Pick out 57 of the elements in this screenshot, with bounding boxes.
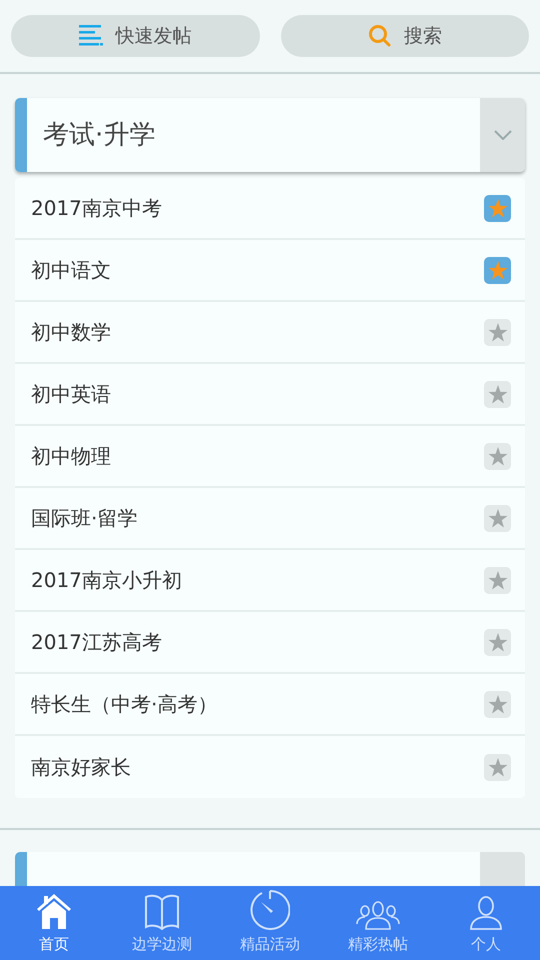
star-icon <box>488 758 508 776</box>
star-icon <box>488 322 508 342</box>
star-icon <box>488 446 508 466</box>
star-icon <box>488 260 508 280</box>
star-icon <box>488 508 508 528</box>
star-icon <box>488 694 508 714</box>
category-label: 南京好家长 <box>31 754 132 781</box>
category-label: 国际班·留学 <box>31 505 138 532</box>
star-toggle[interactable] <box>484 690 511 718</box>
star-toggle[interactable] <box>484 504 511 532</box>
chevron-down-icon <box>494 130 512 140</box>
category-row[interactable]: 国际班·留学 <box>15 488 525 550</box>
post-button[interactable]: 快速发帖 <box>11 15 260 57</box>
category-row[interactable]: 南京好家长 <box>15 736 525 798</box>
star-toggle[interactable] <box>484 628 511 656</box>
star-icon <box>488 384 508 404</box>
category-label: 2017江苏高考 <box>31 629 163 656</box>
category-label: 2017南京中考 <box>31 195 163 222</box>
category-label: 初中数学 <box>31 319 112 346</box>
star-toggle[interactable] <box>484 194 511 222</box>
star-icon <box>488 570 508 590</box>
category-label: 初中物理 <box>31 443 112 470</box>
category-row[interactable]: 2017南京小升初 <box>15 550 525 612</box>
category-row[interactable]: 2017南京中考 <box>15 178 525 240</box>
person-icon <box>469 896 503 930</box>
category-label: 特长生（中考·高考） <box>31 691 218 718</box>
category-row[interactable]: 特长生（中考·高考） <box>15 674 525 736</box>
search-button[interactable]: 搜索 <box>280 15 529 57</box>
people-icon <box>356 900 400 930</box>
expand-toggle[interactable] <box>480 852 525 886</box>
star-toggle[interactable] <box>484 754 511 780</box>
category-row[interactable]: 初中语文 <box>15 240 525 302</box>
search-icon <box>368 24 392 48</box>
category-label: 初中英语 <box>31 381 112 408</box>
accent-bar <box>15 852 27 886</box>
section-header[interactable] <box>15 852 525 886</box>
category-row[interactable]: 初中英语 <box>15 364 525 426</box>
star-icon <box>488 632 508 652</box>
category-label: 初中语文 <box>31 257 112 284</box>
list-icon <box>79 25 104 47</box>
home-icon <box>35 892 73 930</box>
star-toggle[interactable] <box>484 442 511 470</box>
star-toggle[interactable] <box>484 566 511 594</box>
star-icon <box>488 198 508 218</box>
nav-tab[interactable]: 首页 <box>0 886 108 960</box>
book-icon <box>143 892 181 930</box>
star-toggle[interactable] <box>484 318 511 346</box>
category-label: 2017南京小升初 <box>31 567 183 594</box>
star-toggle[interactable] <box>484 256 511 284</box>
section-title: 考试·升学 <box>42 118 156 152</box>
timer-icon <box>250 890 290 930</box>
star-toggle[interactable] <box>484 380 511 408</box>
expand-toggle[interactable] <box>480 98 525 172</box>
category-row[interactable]: 初中数学 <box>15 302 525 364</box>
section-header[interactable]: 考试·升学 <box>15 98 525 172</box>
category-row[interactable]: 2017江苏高考 <box>15 612 525 674</box>
category-row[interactable]: 初中物理 <box>15 426 525 488</box>
